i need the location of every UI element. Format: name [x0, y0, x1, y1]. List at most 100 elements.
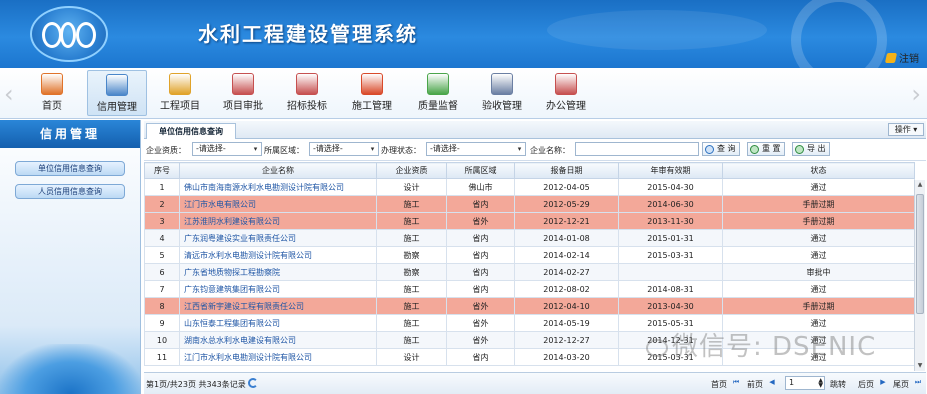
- next-page-link[interactable]: 后页: [858, 379, 874, 390]
- table-row[interactable]: 4 广东润粤建设实业有限责任公司 施工 省内 2014-01-08 2015-01-31 通…: [144, 229, 915, 247]
- toolbar-item-2[interactable]: 工程项目: [150, 70, 210, 116]
- stepper-icon[interactable]: ▲ ▼: [818, 378, 823, 389]
- prev-page-link[interactable]: 前页: [747, 379, 763, 390]
- cell-company-name[interactable]: 广东润粤建设实业有限责任公司: [179, 229, 377, 247]
- toolbar-item-5[interactable]: 施工管理: [342, 70, 402, 116]
- cell-expire: 2013-04-30: [618, 297, 723, 315]
- cell-expire: 2015-01-31: [618, 229, 723, 247]
- vertical-scrollbar[interactable]: ▲ ▼: [914, 180, 925, 371]
- cell-company-name[interactable]: 广东省地质物探工程勘察院: [179, 263, 377, 281]
- toolbar-item-4[interactable]: 招标投标: [277, 70, 337, 116]
- cell-qualification: 施工: [376, 314, 447, 332]
- status-select[interactable]: -请选择- ▾: [426, 142, 526, 156]
- jump-button[interactable]: 跳转: [830, 379, 846, 390]
- reset-button-label: 重 置: [762, 144, 781, 153]
- cell-area: 省内: [446, 229, 515, 247]
- last-page-link[interactable]: 尾页: [893, 379, 909, 390]
- chevron-down-icon: ▾: [517, 145, 522, 153]
- cell-status: 通过: [722, 229, 915, 247]
- cell-company-name[interactable]: 清远市水利水电勘测设计院有限公司: [179, 246, 377, 264]
- watermark-text: 微信号: DSENIC: [672, 332, 877, 362]
- table-row[interactable]: 2 江门市水电有限公司 施工 省内 2012-05-29 2014-06-30 手册过期: [144, 195, 915, 213]
- cell-company-name[interactable]: 江门市水利水电勘测设计院有限公司: [179, 348, 377, 366]
- toolbar-item-3[interactable]: 项目审批: [213, 70, 273, 116]
- prev-page-icon[interactable]: ◀: [767, 378, 777, 387]
- area-select[interactable]: -请选择- ▾: [309, 142, 379, 156]
- next-page-icon[interactable]: ▶: [878, 378, 888, 387]
- company-name-input[interactable]: [575, 142, 699, 156]
- column-header-expire[interactable]: 年审有效期: [618, 162, 723, 179]
- operations-dropdown[interactable]: 操作 ▾: [888, 123, 924, 136]
- worker-icon: [169, 73, 191, 95]
- qualification-select[interactable]: -请选择- ▾: [192, 142, 262, 156]
- toolbar-item-7[interactable]: 验收管理: [472, 70, 532, 116]
- operations-label: 操作: [894, 125, 911, 134]
- cell-expire: 2015-04-30: [618, 178, 723, 196]
- logout-link[interactable]: 注销: [884, 50, 919, 65]
- cell-qualification: 施工: [376, 280, 447, 298]
- banner-decoration-circle: [791, 0, 887, 68]
- table-row[interactable]: 8 江西省新宇建设工程有限责任公司 施工 省外 2012-04-10 2013-04-30…: [144, 297, 915, 315]
- cell-no: 11: [144, 348, 180, 366]
- cell-company-name[interactable]: 江门市水电有限公司: [179, 195, 377, 213]
- page-info: 第1页/共23页 共343条记录: [146, 380, 246, 389]
- toolbar-item-label: 招标投标: [287, 101, 327, 112]
- cell-company-name[interactable]: 江西省新宇建设工程有限责任公司: [179, 297, 377, 315]
- page-number-input[interactable]: 1 ▲ ▼: [785, 376, 825, 390]
- table-row[interactable]: 7 广东钧意建筑集团有限公司 施工 省内 2012-08-02 2014-08-31 通过: [144, 280, 915, 298]
- cell-expire: 2014-06-30: [618, 195, 723, 213]
- column-header-date[interactable]: 报备日期: [514, 162, 619, 179]
- column-header-name[interactable]: 企业名称: [179, 162, 377, 179]
- cell-area: 省外: [446, 314, 515, 332]
- sidebar-item-personnel-credit[interactable]: 人员信用信息查询: [15, 184, 125, 199]
- cell-date: 2012-12-21: [514, 212, 619, 230]
- scroll-down-icon[interactable]: ▼: [915, 361, 925, 371]
- cell-company-name[interactable]: 广东钧意建筑集团有限公司: [179, 280, 377, 298]
- column-header-status[interactable]: 状态: [722, 162, 915, 179]
- tab-unit-credit-query[interactable]: 单位信用信息查询: [146, 123, 236, 139]
- reset-button[interactable]: 重 置: [747, 142, 785, 156]
- column-header-qualification[interactable]: 企业资质: [376, 162, 447, 179]
- cell-qualification: 勘察: [376, 246, 447, 264]
- last-page-icon[interactable]: ⏭: [913, 378, 923, 387]
- search-button[interactable]: 查 询: [702, 142, 740, 156]
- reset-icon: [750, 145, 759, 154]
- main-toolbar: ‹ 首页 信用管理 工程项目 项目审批 招标投标 施工管理 质量监督 验收管理 办公管理 ›: [0, 68, 927, 119]
- toolbar-item-0[interactable]: 首页: [22, 70, 82, 116]
- cell-qualification: 施工: [376, 195, 447, 213]
- cell-date: 2012-12-27: [514, 331, 619, 349]
- first-page-icon[interactable]: ⏮: [731, 378, 741, 387]
- scrollbar-thumb[interactable]: [916, 194, 924, 314]
- scroll-right-icon[interactable]: ›: [911, 80, 921, 108]
- table-row[interactable]: 6 广东省地质物探工程勘察院 勘察 省内 2014-02-27 审批中: [144, 263, 915, 281]
- export-button[interactable]: 导 出: [792, 142, 830, 156]
- column-header-no[interactable]: 序号: [144, 162, 180, 179]
- cell-area: 省外: [446, 297, 515, 315]
- sidebar-item-unit-credit[interactable]: 单位信用信息查询: [15, 161, 125, 176]
- toolbar-item-1[interactable]: 信用管理: [87, 70, 147, 116]
- scroll-up-icon[interactable]: ▲: [915, 180, 925, 190]
- table-row[interactable]: 3 江苏淮阴水利建设有限公司 施工 省外 2012-12-21 2013-11-30 手册过…: [144, 212, 915, 230]
- cell-qualification: 设计: [376, 178, 447, 196]
- cell-status: 通过: [722, 178, 915, 196]
- toolbar-item-6[interactable]: 质量监督: [408, 70, 468, 116]
- toolbar-item-8[interactable]: 办公管理: [536, 70, 596, 116]
- cell-no: 7: [144, 280, 180, 298]
- cell-qualification: 施工: [376, 297, 447, 315]
- refresh-icon[interactable]: [248, 378, 258, 388]
- cell-date: 2014-05-19: [514, 314, 619, 332]
- company-name-label: 企业名称：: [530, 146, 570, 155]
- column-header-area[interactable]: 所属区域: [446, 162, 515, 179]
- cell-company-name[interactable]: 佛山市南海南源水利水电勘测设计院有限公司: [179, 178, 377, 196]
- cell-company-name[interactable]: 湖南水总水利水电建设有限公司: [179, 331, 377, 349]
- filter-bar: 企业资质： -请选择- ▾ 所属区域： -请选择- ▾ 办理状态： -请选择- …: [144, 139, 926, 161]
- logout-icon: [884, 52, 898, 63]
- cell-date: 2012-04-05: [514, 178, 619, 196]
- toolbar-item-label: 验收管理: [482, 101, 522, 112]
- scroll-left-icon[interactable]: ‹: [4, 80, 14, 108]
- table-row[interactable]: 1 佛山市南海南源水利水电勘测设计院有限公司 设计 佛山市 2012-04-05 2015…: [144, 178, 915, 196]
- cell-company-name[interactable]: 江苏淮阴水利建设有限公司: [179, 212, 377, 230]
- cell-company-name[interactable]: 山东恒泰工程集团有限公司: [179, 314, 377, 332]
- table-row[interactable]: 5 清远市水利水电勘测设计院有限公司 勘察 省内 2014-02-14 2015-03-3…: [144, 246, 915, 264]
- first-page-link[interactable]: 首页: [711, 379, 727, 390]
